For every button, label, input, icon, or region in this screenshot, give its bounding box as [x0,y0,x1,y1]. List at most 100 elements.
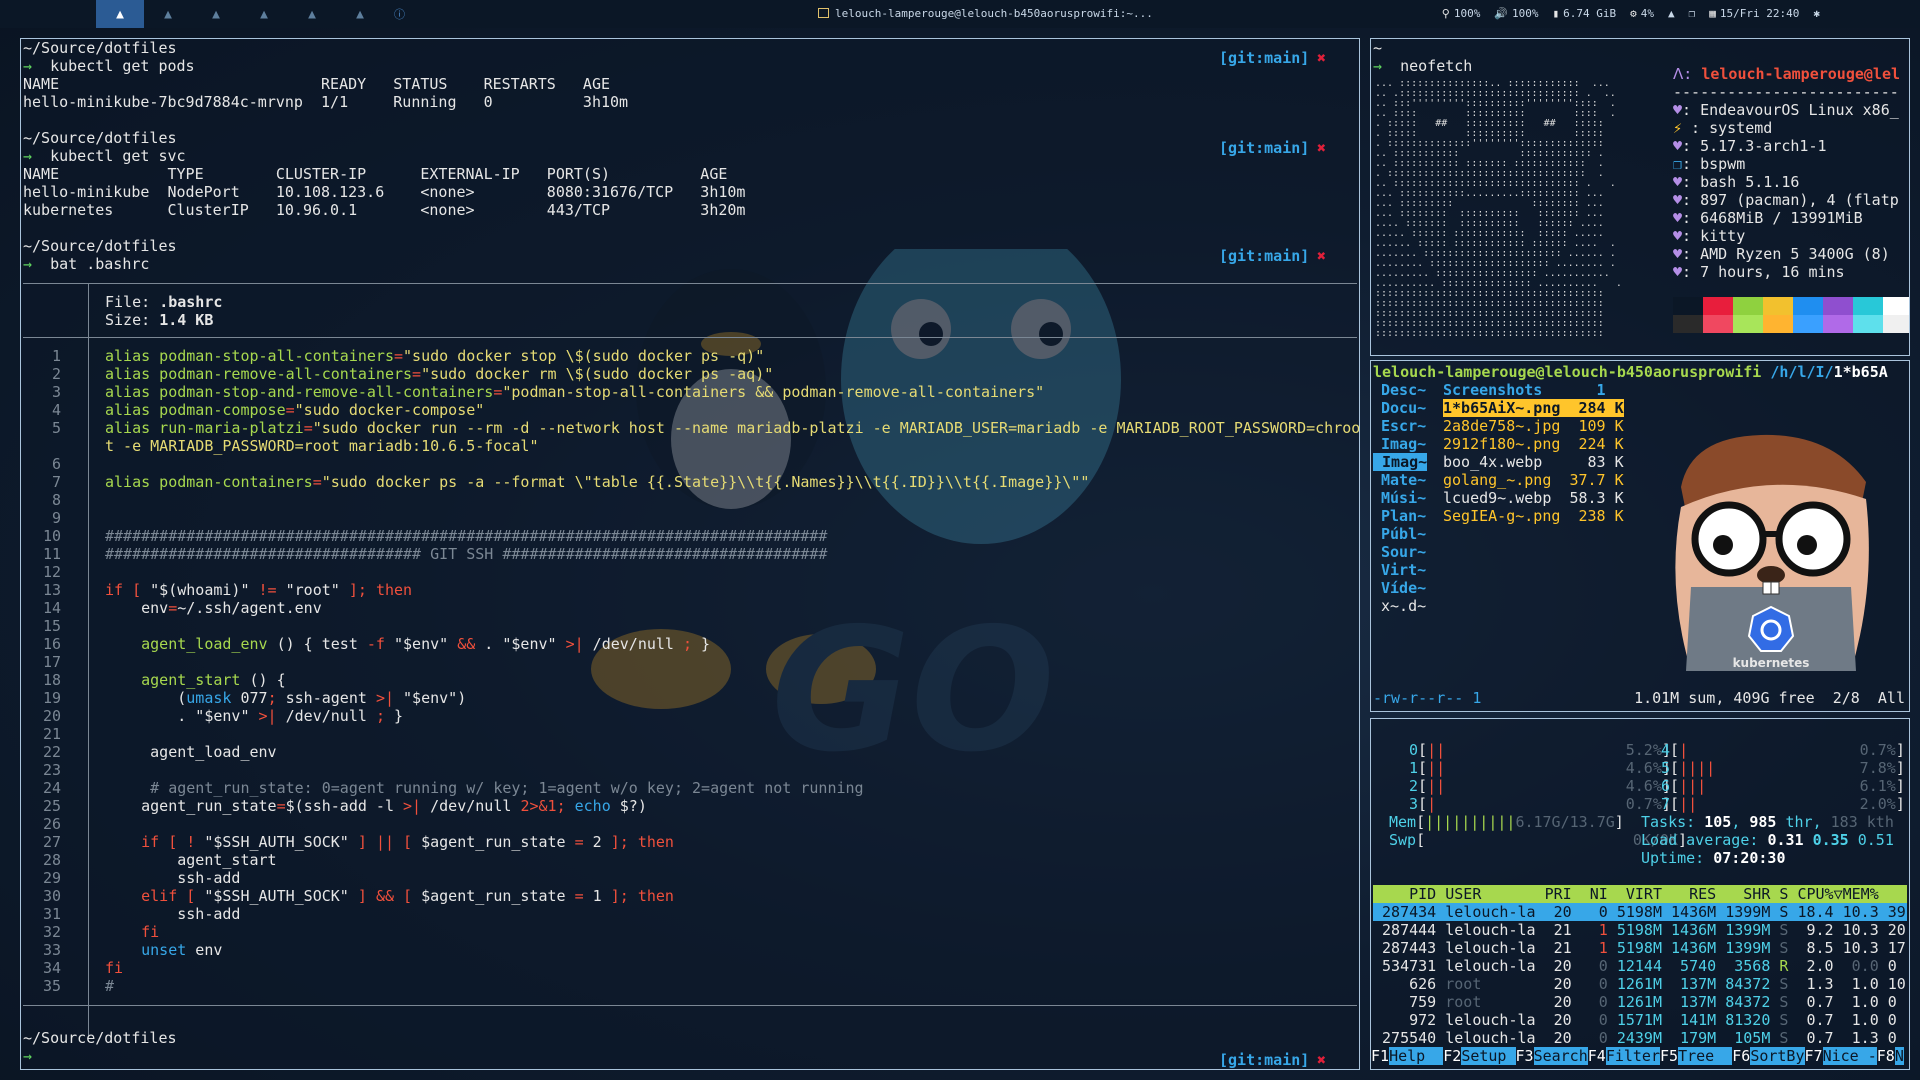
prompt-line: → kubectl get pods [23,57,195,75]
ranger-file-item[interactable]: 2a8de758~.jpg 109 K [1443,417,1624,435]
htop-process-row[interactable]: 287444 lelouch-la 21 1 5198M 1436M 1399M… [1373,921,1906,939]
ranger-parent-item[interactable]: Virt~ [1381,561,1426,579]
workspace-icon: ▲ [308,6,316,22]
ranger-parent-item[interactable]: Imag~ [1381,435,1426,453]
process-field: 12144 [1616,957,1672,975]
process-field: lelouch-la [1445,1029,1545,1047]
date-status[interactable]: ▦ 15/Fri 22:40 [1709,7,1799,20]
cpu-id: 1 [1409,759,1419,777]
ranger-file-size: 284 K [1569,399,1624,417]
htop-process-row[interactable]: 626 root 20 0 1261M 137M 84372 S 1.3 1.0… [1373,975,1906,993]
function-key[interactable]: F8 [1877,1047,1895,1065]
process-field: 0 [1580,957,1617,975]
process-field: lelouch-la [1445,1011,1545,1029]
ranger-parent-item[interactable]: Desc~ [1381,381,1426,399]
palette-swatch [1883,297,1909,315]
function-key-label[interactable]: Filter [1605,1047,1660,1065]
function-key[interactable]: F5 [1660,1047,1678,1065]
function-key-label[interactable]: N [1894,1047,1904,1065]
ranger-parent-item[interactable]: Plan~ [1381,507,1426,525]
function-key-label[interactable]: SortBy [1750,1047,1805,1065]
cpu-bar: ||| [1679,777,1842,795]
ranger-parent-item[interactable]: x~.d~ [1381,597,1426,615]
htop-monitor[interactable]: 0[|| 5.2%] 1[|| 4.6%] 2[|| 4.6%] 3[| 0.7%] 4… [1370,718,1910,1070]
ranger-file-item[interactable]: 1*b65AiX~.png 284 K [1443,399,1624,417]
cpu-status[interactable]: ⚙ 4% [1630,7,1654,20]
cpu-id: 4 [1661,741,1671,759]
ranger-file-manager[interactable]: lelouch-lamperouge@lelouch-b450aorusprow… [1370,360,1910,712]
process-field: 5198M [1616,921,1672,939]
workspace-2-button[interactable]: ▲ [144,0,192,28]
htop-process-row[interactable]: 287434 lelouch-la 20 0 5198M 1436M 1399M… [1373,903,1906,921]
function-key[interactable]: F6 [1732,1047,1750,1065]
info-icon[interactable]: ⓘ [394,6,405,22]
palette-swatch [1823,297,1853,315]
palette-swatch [1763,297,1793,315]
network-icon[interactable]: ▲ [1668,7,1675,20]
ranger-file-item[interactable]: golang_~.png 37.7 K [1443,471,1624,489]
main-terminal[interactable]: GO ~/Source/dotfiles → kubectl get pods … [20,38,1360,1070]
ranger-file-item[interactable]: SegIEA-g~.png 238 K [1443,507,1624,525]
ranger-file-item[interactable]: 2912f180~.png 224 K [1443,435,1624,453]
cpu-bar: | [1427,795,1608,813]
ranger-parent-item[interactable]: Escr~ [1381,417,1426,435]
process-field: root [1445,975,1545,993]
ranger-parent-item[interactable]: Mate~ [1381,471,1426,489]
function-key[interactable]: F4 [1588,1047,1606,1065]
bracket: [ [1670,759,1680,777]
prompt-line: → bat .bashrc [23,255,150,273]
ranger-parent-item[interactable]: Públ~ [1381,525,1426,543]
workspace-6-button[interactable]: ▲ [336,0,384,28]
ranger-file-name: lcued9~.webp [1443,489,1570,507]
prompt-line[interactable]: → [23,1047,32,1065]
ranger-parent-item[interactable]: Músi~ [1381,489,1426,507]
ranger-parent-item[interactable]: Sour~ [1381,543,1426,561]
neofetch-terminal[interactable]: ~ → neofetch ... :::::::::::::::.. :::::… [1370,38,1910,356]
workspace-5-button[interactable]: ▲ [288,0,336,28]
ranger-parent-item[interactable]: Víde~ [1381,579,1426,597]
windows-icon[interactable]: ❐ [1689,7,1696,20]
ranger-file-name: 2a8de758~.jpg [1443,417,1570,435]
neofetch-title: ᐱ: lelouch-lamperouge@lel [1673,65,1901,83]
ranger-file-item[interactable]: boo_4x.webp 83 K [1443,453,1624,471]
htop-cpu-meter: 7[|| 2.0%] [1661,795,1905,813]
brightness-status[interactable]: ⚲ 100% [1442,7,1481,20]
chip-icon: ⚙ [1630,7,1637,20]
htop-cpu-meter: 2[|| 4.6%] [1409,777,1671,795]
htop-process-row[interactable]: 275540 lelouch-la 20 0 2439M 179M 105M S… [1373,1029,1897,1047]
function-key[interactable]: F7 [1805,1047,1823,1065]
volume-status[interactable]: 🔊 100% [1494,7,1538,20]
bluetooth-icon[interactable]: ✱ [1813,7,1820,20]
process-field: 20 [1544,975,1581,993]
htop-process-row[interactable]: 534731 lelouch-la 20 0 12144 5740 3568 R… [1373,957,1897,975]
workspace-1-button[interactable]: ▲ [96,0,144,28]
cpu-percent: 2.0% [1841,795,1896,813]
function-key-label[interactable]: Search [1533,1047,1588,1065]
htop-process-row[interactable]: 759 root 20 0 1261M 137M 84372 S 0.7 1.0… [1373,993,1897,1011]
ranger-current-dir[interactable]: Screenshots 1 [1443,381,1606,399]
function-key-label[interactable]: Setup [1461,1047,1516,1065]
ranger-file-item[interactable]: lcued9~.webp 58.3 K [1443,489,1624,507]
process-field: 1.0 [1842,993,1888,1011]
error-x-icon: ✖ [1317,139,1327,157]
function-key-label[interactable]: Nice - [1822,1047,1877,1065]
htop-process-row[interactable]: 287443 lelouch-la 21 1 5198M 1436M 1399M… [1373,939,1906,957]
ranger-parent-item[interactable]: Imag~ [1373,453,1428,471]
workspace-3-button[interactable]: ▲ [192,0,240,28]
error-x-icon: ✖ [1317,247,1327,265]
palette-swatch [1673,315,1703,333]
function-key-label[interactable]: Help [1389,1047,1444,1065]
palette-swatch [1733,315,1763,333]
function-key-label[interactable]: Tree [1678,1047,1733,1065]
memory-status[interactable]: ▮ 6.74 GiB [1553,7,1617,20]
process-field: 1436M [1671,921,1726,939]
function-key[interactable]: F1 [1371,1047,1389,1065]
function-key[interactable]: F2 [1443,1047,1461,1065]
neofetch-wm: ❐: bspwm [1673,155,1746,173]
ranger-parent-item[interactable]: Docu~ [1381,399,1426,417]
workspace-4-button[interactable]: ▲ [240,0,288,28]
function-key[interactable]: F3 [1516,1047,1534,1065]
htop-process-row[interactable]: 972 lelouch-la 20 0 1571M 141M 81320 S 0… [1373,1011,1897,1029]
htop-column-header[interactable]: PID USER PRI NI VIRT RES SHR S CPU%▽MEM% [1373,885,1907,903]
palette-swatch [1763,315,1793,333]
